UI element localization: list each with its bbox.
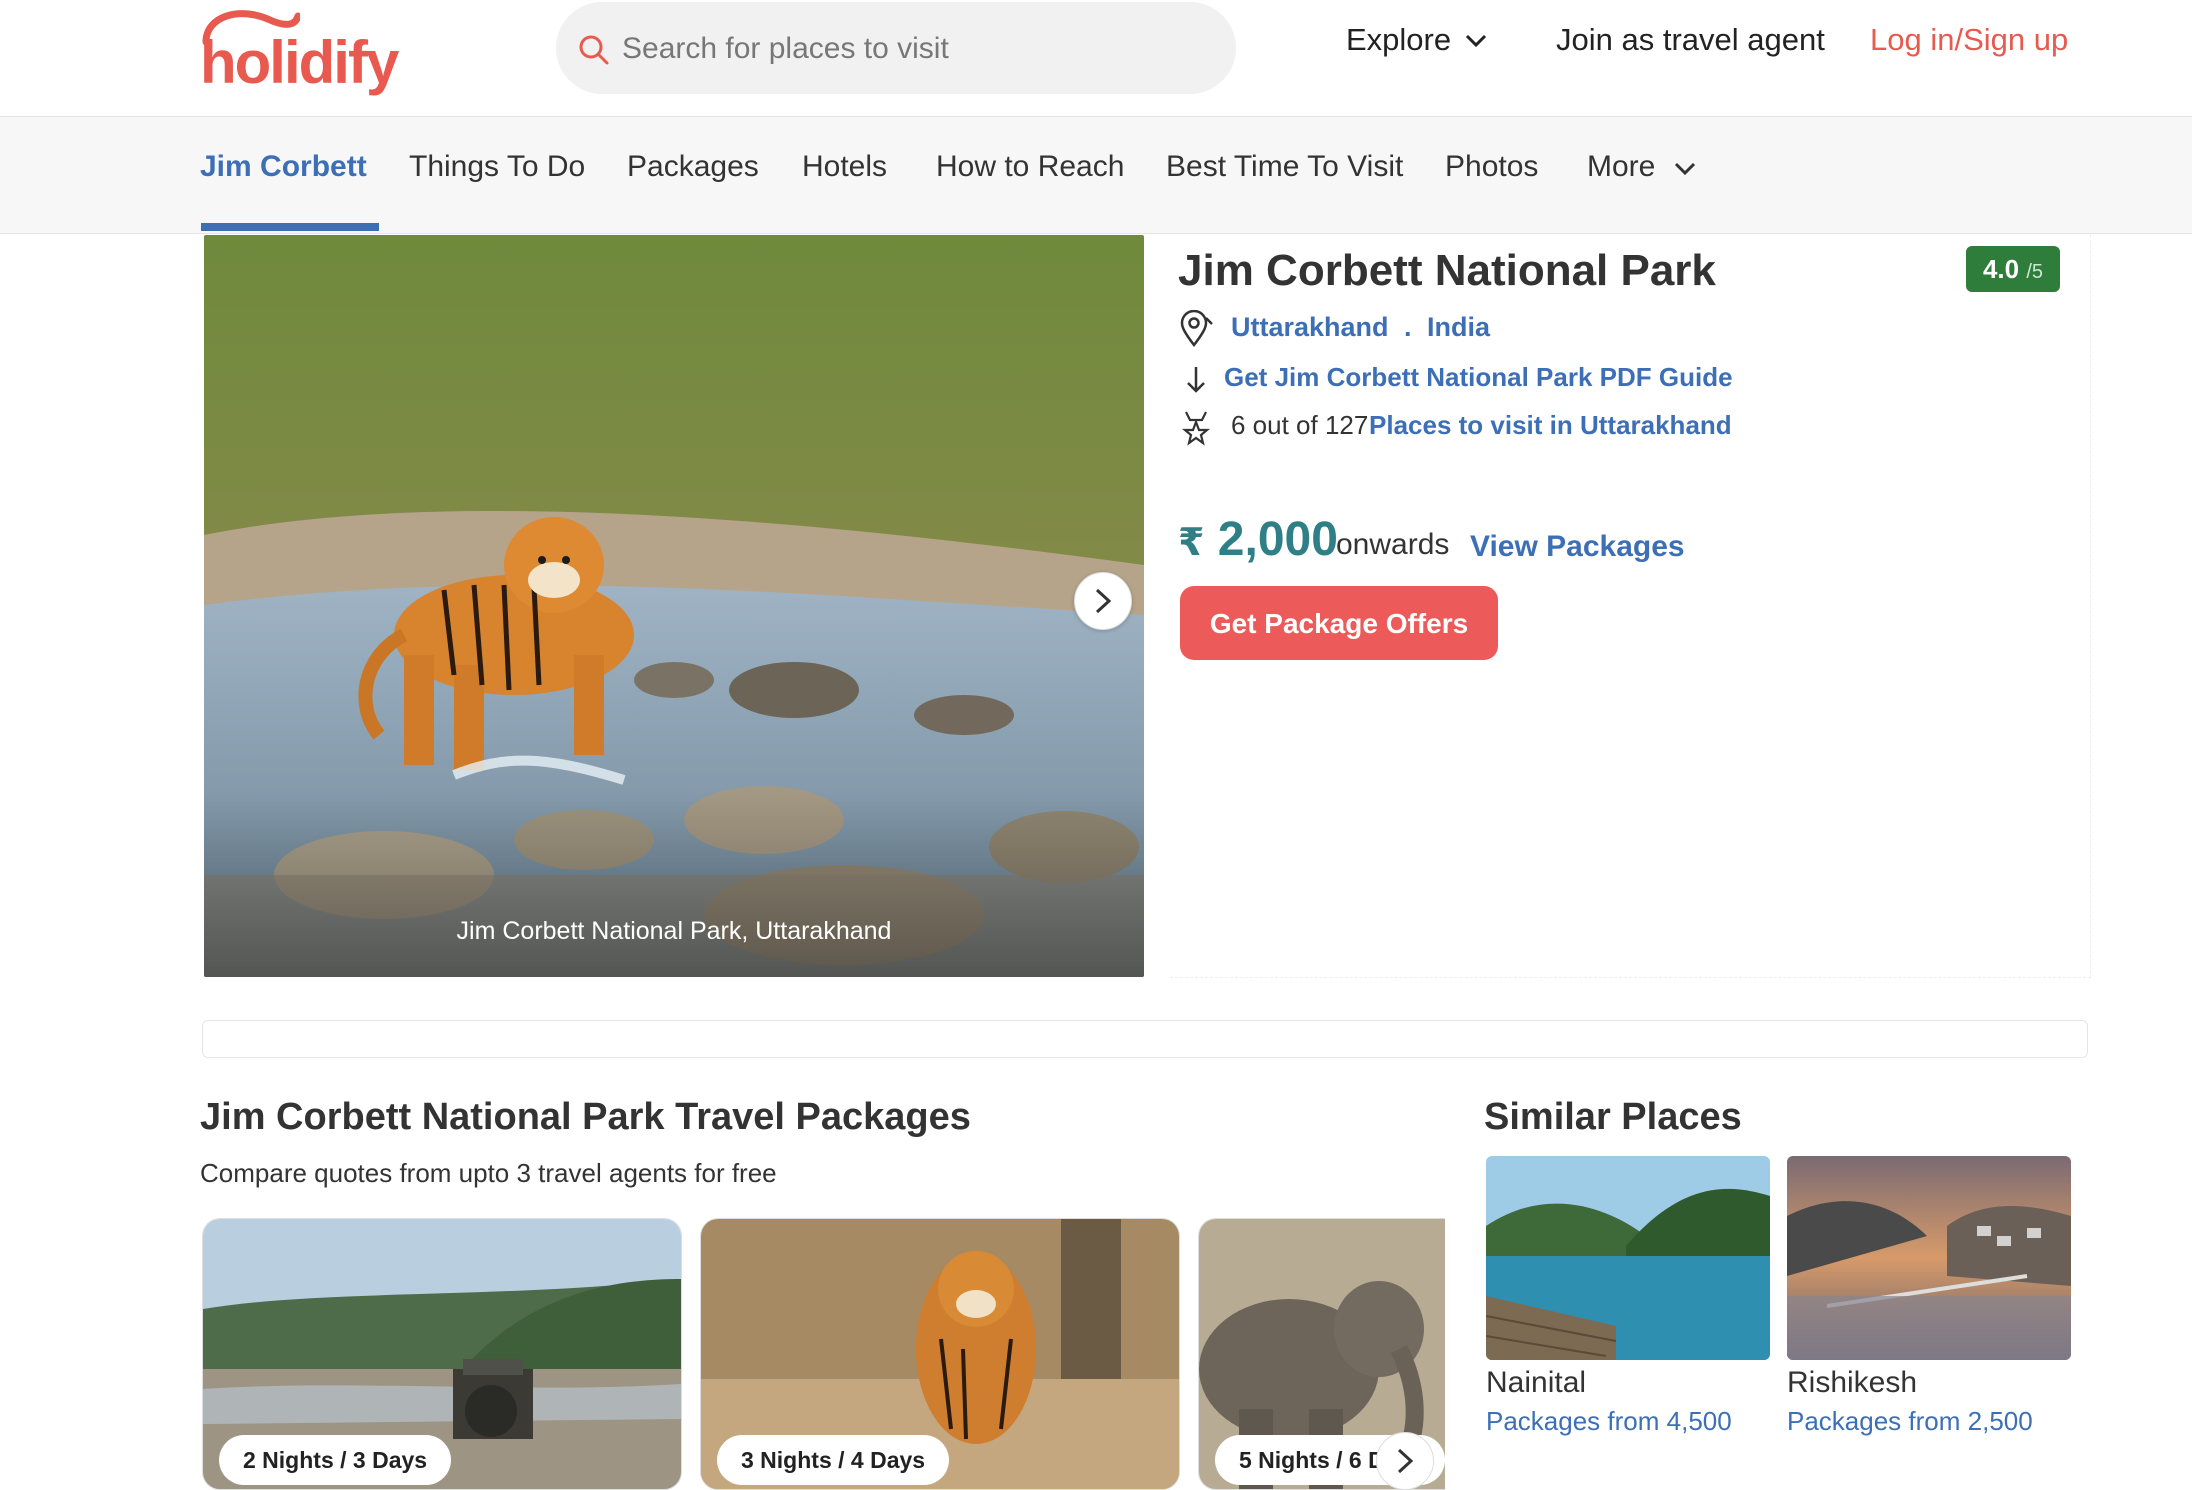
view-packages-link[interactable]: View Packages xyxy=(1470,530,1685,564)
nainital-lake-image xyxy=(1486,1156,1770,1360)
tab-jim-corbett[interactable]: Jim Corbett xyxy=(200,150,367,184)
location-pin-icon xyxy=(1180,310,1213,348)
rank-text: 6 out of 127 xyxy=(1231,410,1369,440)
price-suffix: onwards xyxy=(1336,528,1450,561)
rishikesh-bridge-image xyxy=(1787,1156,2071,1360)
similar-places-title: Similar Places xyxy=(1484,1096,1742,1138)
package-duration: 3 Nights / 4 Days xyxy=(717,1435,950,1485)
hero-next-button[interactable] xyxy=(1074,572,1132,630)
rating-max: /5 xyxy=(2026,261,2044,283)
get-package-offers-button[interactable]: Get Package Offers xyxy=(1180,586,1498,660)
tab-more-label: More xyxy=(1587,150,1656,183)
hero-caption: Jim Corbett National Park, Uttarakhand xyxy=(456,917,892,945)
chevron-down-icon xyxy=(1674,163,1695,176)
active-tab-indicator xyxy=(201,223,379,231)
tab-best-time-to-visit[interactable]: Best Time To Visit xyxy=(1166,150,1403,184)
package-duration: 2 Nights / 3 Days xyxy=(219,1435,452,1485)
award-icon xyxy=(1181,411,1211,446)
hero-image[interactable]: Jim Corbett National Park, Uttarakhand xyxy=(204,235,1144,977)
location-separator: . xyxy=(1404,312,1412,342)
search-bar[interactable] xyxy=(556,2,1236,94)
rating-value: 4.0 xyxy=(1982,254,2020,284)
join-travel-agent-link[interactable]: Join as travel agent xyxy=(1556,22,1825,58)
places-to-visit-link[interactable]: Places to visit in Uttarakhand xyxy=(1369,410,1732,441)
tab-how-to-reach[interactable]: How to Reach xyxy=(936,150,1124,184)
chevron-right-icon xyxy=(1397,1448,1414,1474)
explore-menu[interactable]: Explore xyxy=(1346,22,1489,58)
chevron-down-icon xyxy=(1466,34,1487,48)
currency-symbol: ₹ xyxy=(1178,522,1205,564)
state-link[interactable]: Uttarakhand xyxy=(1231,312,1389,343)
similar-place-name[interactable]: Nainital xyxy=(1486,1366,1586,1400)
similar-place-price[interactable]: Packages from 4,500 xyxy=(1486,1406,1732,1437)
logo-text: holidify xyxy=(200,29,399,96)
explore-label: Explore xyxy=(1346,22,1452,57)
similar-place-card[interactable] xyxy=(1486,1156,1770,1360)
packages-next-button[interactable] xyxy=(1376,1432,1434,1490)
country-link[interactable]: India xyxy=(1427,312,1490,343)
pdf-guide-link[interactable]: Get Jim Corbett National Park PDF Guide xyxy=(1224,362,1733,393)
tab-packages[interactable]: Packages xyxy=(627,150,759,184)
chevron-right-icon xyxy=(1095,588,1112,614)
place-title: Jim Corbett National Park xyxy=(1178,246,1716,295)
search-icon xyxy=(579,35,609,65)
login-signup-link[interactable]: Log in/Sign up xyxy=(1870,22,2068,58)
tiger-in-river-image xyxy=(204,235,1144,977)
section-divider xyxy=(202,1020,2088,1058)
price-value: 2,000 xyxy=(1217,513,1338,566)
tab-hotels[interactable]: Hotels xyxy=(802,150,887,184)
packages-subtitle: Compare quotes from upto 3 travel agents… xyxy=(200,1158,777,1188)
holidify-logo[interactable]: holidify xyxy=(200,6,400,98)
similar-place-name[interactable]: Rishikesh xyxy=(1787,1366,1917,1400)
download-icon xyxy=(1187,367,1205,393)
price: ₹ 2,000 xyxy=(1178,512,1338,567)
package-card[interactable]: 3 Nights / 4 Days xyxy=(700,1218,1180,1490)
package-card[interactable]: 2 Nights / 3 Days xyxy=(202,1218,682,1490)
packages-title: Jim Corbett National Park Travel Package… xyxy=(200,1096,971,1138)
similar-place-price[interactable]: Packages from 2,500 xyxy=(1787,1406,2033,1437)
tab-photos[interactable]: Photos xyxy=(1445,150,1538,184)
similar-place-card[interactable] xyxy=(1787,1156,2071,1360)
rating-badge: 4.0 /5 xyxy=(1966,246,2060,292)
tab-more[interactable]: More xyxy=(1587,150,1698,184)
search-input[interactable] xyxy=(620,24,1204,74)
tab-things-to-do[interactable]: Things To Do xyxy=(409,150,585,184)
